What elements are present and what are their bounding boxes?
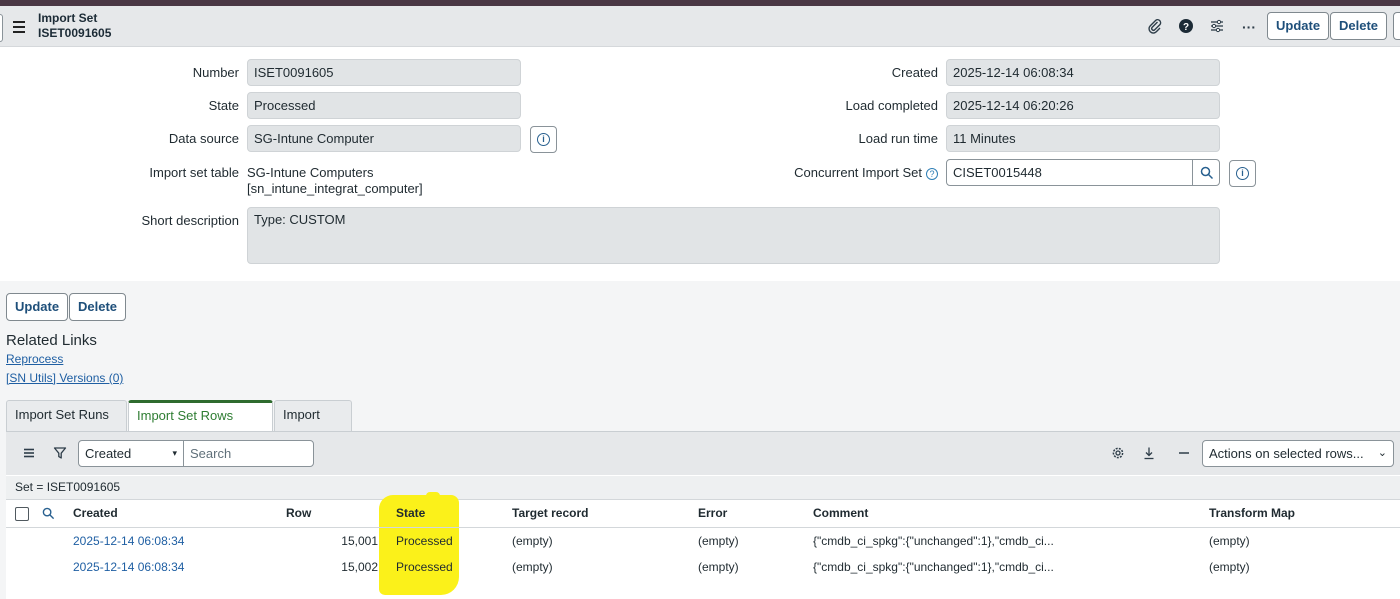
column-header-target-record[interactable]: Target record xyxy=(512,506,588,520)
column-header-error[interactable]: Error xyxy=(698,506,727,520)
table-row-state: Processed xyxy=(396,534,453,548)
search-field-select[interactable]: Created ▾ xyxy=(78,440,184,467)
select-all-checkbox[interactable] xyxy=(15,507,29,521)
import-set-table-label: Import set table xyxy=(149,165,239,180)
state-field: Processed xyxy=(247,92,521,119)
yellow-highlight-tip xyxy=(426,492,440,502)
table-row-number: 15,001 xyxy=(341,534,378,548)
table-row-error: (empty) xyxy=(698,534,739,548)
header-record-number: ISET0091605 xyxy=(38,26,112,40)
search-icon xyxy=(1200,166,1214,180)
data-source-info-button[interactable]: i xyxy=(530,126,557,153)
caret-down-icon: ▾ xyxy=(172,448,177,458)
breadcrumb[interactable]: Set = ISET0091605 xyxy=(6,476,1400,500)
reprocess-link[interactable]: Reprocess xyxy=(6,352,63,366)
created-field: 2025-12-14 06:08:34 xyxy=(946,59,1220,86)
search-field-select-value: Created xyxy=(85,446,132,461)
number-field: ISET0091605 xyxy=(247,59,521,86)
header-title-block: Import Set ISET0091605 xyxy=(38,11,111,41)
concurrent-import-set-input[interactable]: CISET0015448 xyxy=(946,159,1193,186)
number-label: Number xyxy=(192,65,239,80)
short-description-label: Short description xyxy=(141,213,239,228)
load-completed-field: 2025-12-14 06:20:26 xyxy=(946,92,1220,119)
actions-select-value: Actions on selected rows... xyxy=(1209,446,1364,461)
table-row-target: (empty) xyxy=(512,534,553,548)
column-header-comment[interactable]: Comment xyxy=(813,506,868,520)
header-update-button[interactable]: Update xyxy=(1267,12,1330,40)
paperclip-icon[interactable] xyxy=(1146,18,1164,36)
concurrent-import-set-label-block: Concurrent Import Set? xyxy=(760,165,938,180)
back-button[interactable] xyxy=(0,14,3,42)
actions-on-selected-rows-select[interactable]: Actions on selected rows... ⌄ xyxy=(1202,440,1394,467)
table-row-number: 15,002 xyxy=(341,560,378,574)
import-set-table-id: [sn_intune_integrat_computer] xyxy=(247,181,423,196)
concurrent-import-set-label: Concurrent Import Set xyxy=(794,165,922,180)
table-row-transform-map: (empty) xyxy=(1209,560,1250,574)
column-header-row[interactable]: Row xyxy=(286,506,311,520)
table-row-comment: {"cmdb_ci_spkg":{"unchanged":1},"cmdb_ci… xyxy=(813,560,1054,574)
table-row-transform-map: (empty) xyxy=(1209,534,1250,548)
sn-utils-versions-link[interactable]: [SN Utils] Versions (0) xyxy=(6,371,123,385)
delete-button[interactable]: Delete xyxy=(69,293,127,321)
data-source-field: SG-Intune Computer xyxy=(247,125,521,152)
table-row-error: (empty) xyxy=(698,560,739,574)
info-icon: i xyxy=(537,133,550,146)
header-divider xyxy=(6,527,1400,528)
collapse-icon[interactable] xyxy=(1176,446,1192,463)
tab-import-log[interactable]: Import Log xyxy=(274,400,352,450)
table-row-comment: {"cmdb_ci_spkg":{"unchanged":1},"cmdb_ci… xyxy=(813,534,1054,548)
header-title: Import Set xyxy=(38,11,98,25)
header-delete-button[interactable]: Delete xyxy=(1330,12,1388,40)
created-label: Created xyxy=(891,65,938,80)
table-row-created-link[interactable]: 2025-12-14 06:08:34 xyxy=(73,534,184,548)
column-header-transform-map[interactable]: Transform Map xyxy=(1209,506,1295,520)
more-options-icon[interactable]: ··· xyxy=(1240,18,1258,36)
short-description-field: Type: CUSTOM xyxy=(247,207,1220,264)
column-search-icon[interactable] xyxy=(40,507,56,523)
list-context-menu-icon[interactable] xyxy=(21,446,37,463)
table-row-state: Processed xyxy=(396,560,453,574)
header-overflow-button[interactable] xyxy=(1393,12,1400,40)
filter-icon[interactable] xyxy=(52,446,68,463)
field-help-icon[interactable]: ? xyxy=(926,167,938,180)
info-icon: i xyxy=(1236,167,1249,180)
settings-gear-icon[interactable] xyxy=(1110,446,1126,463)
reference-lookup-button[interactable] xyxy=(1192,159,1220,186)
concurrent-import-set-info-button[interactable]: i xyxy=(1229,160,1256,187)
load-run-time-label: Load run time xyxy=(858,131,939,146)
related-links-title: Related Links xyxy=(6,332,97,349)
personalize-form-icon[interactable] xyxy=(1208,18,1226,36)
created-link[interactable]: 2025-12-14 06:08:34 xyxy=(73,560,184,574)
tab-import-set-runs[interactable]: Import Set Runs (1) xyxy=(6,400,127,450)
table-row-created-link[interactable]: 2025-12-14 06:08:34 xyxy=(73,560,184,574)
import-set-table-value: SG-Intune Computers [sn_intune_integrat_… xyxy=(247,165,423,197)
update-button[interactable]: Update xyxy=(6,293,69,321)
table-row-target: (empty) xyxy=(512,560,553,574)
help-icon[interactable]: ? xyxy=(1177,18,1195,36)
state-label: State xyxy=(208,98,239,113)
load-completed-label: Load completed xyxy=(845,98,938,113)
column-header-state[interactable]: State xyxy=(396,506,425,520)
import-set-table-name: SG-Intune Computers xyxy=(247,165,374,180)
load-run-time-field: 11 Minutes xyxy=(946,125,1220,152)
chevron-down-icon: ⌄ xyxy=(1377,447,1387,459)
tab-import-set-rows[interactable]: Import Set Rows (2512) xyxy=(128,400,273,449)
download-icon[interactable] xyxy=(1141,446,1157,463)
svg-text:?: ? xyxy=(1183,22,1189,33)
context-menu-icon[interactable] xyxy=(13,18,25,36)
data-source-label: Data source xyxy=(168,131,239,146)
column-header-created[interactable]: Created xyxy=(73,506,118,520)
list-search-input[interactable]: Search xyxy=(183,440,314,467)
created-link[interactable]: 2025-12-14 06:08:34 xyxy=(73,534,184,548)
form-header: Import Set ISET0091605 ? ··· Update Dele… xyxy=(0,6,1400,47)
